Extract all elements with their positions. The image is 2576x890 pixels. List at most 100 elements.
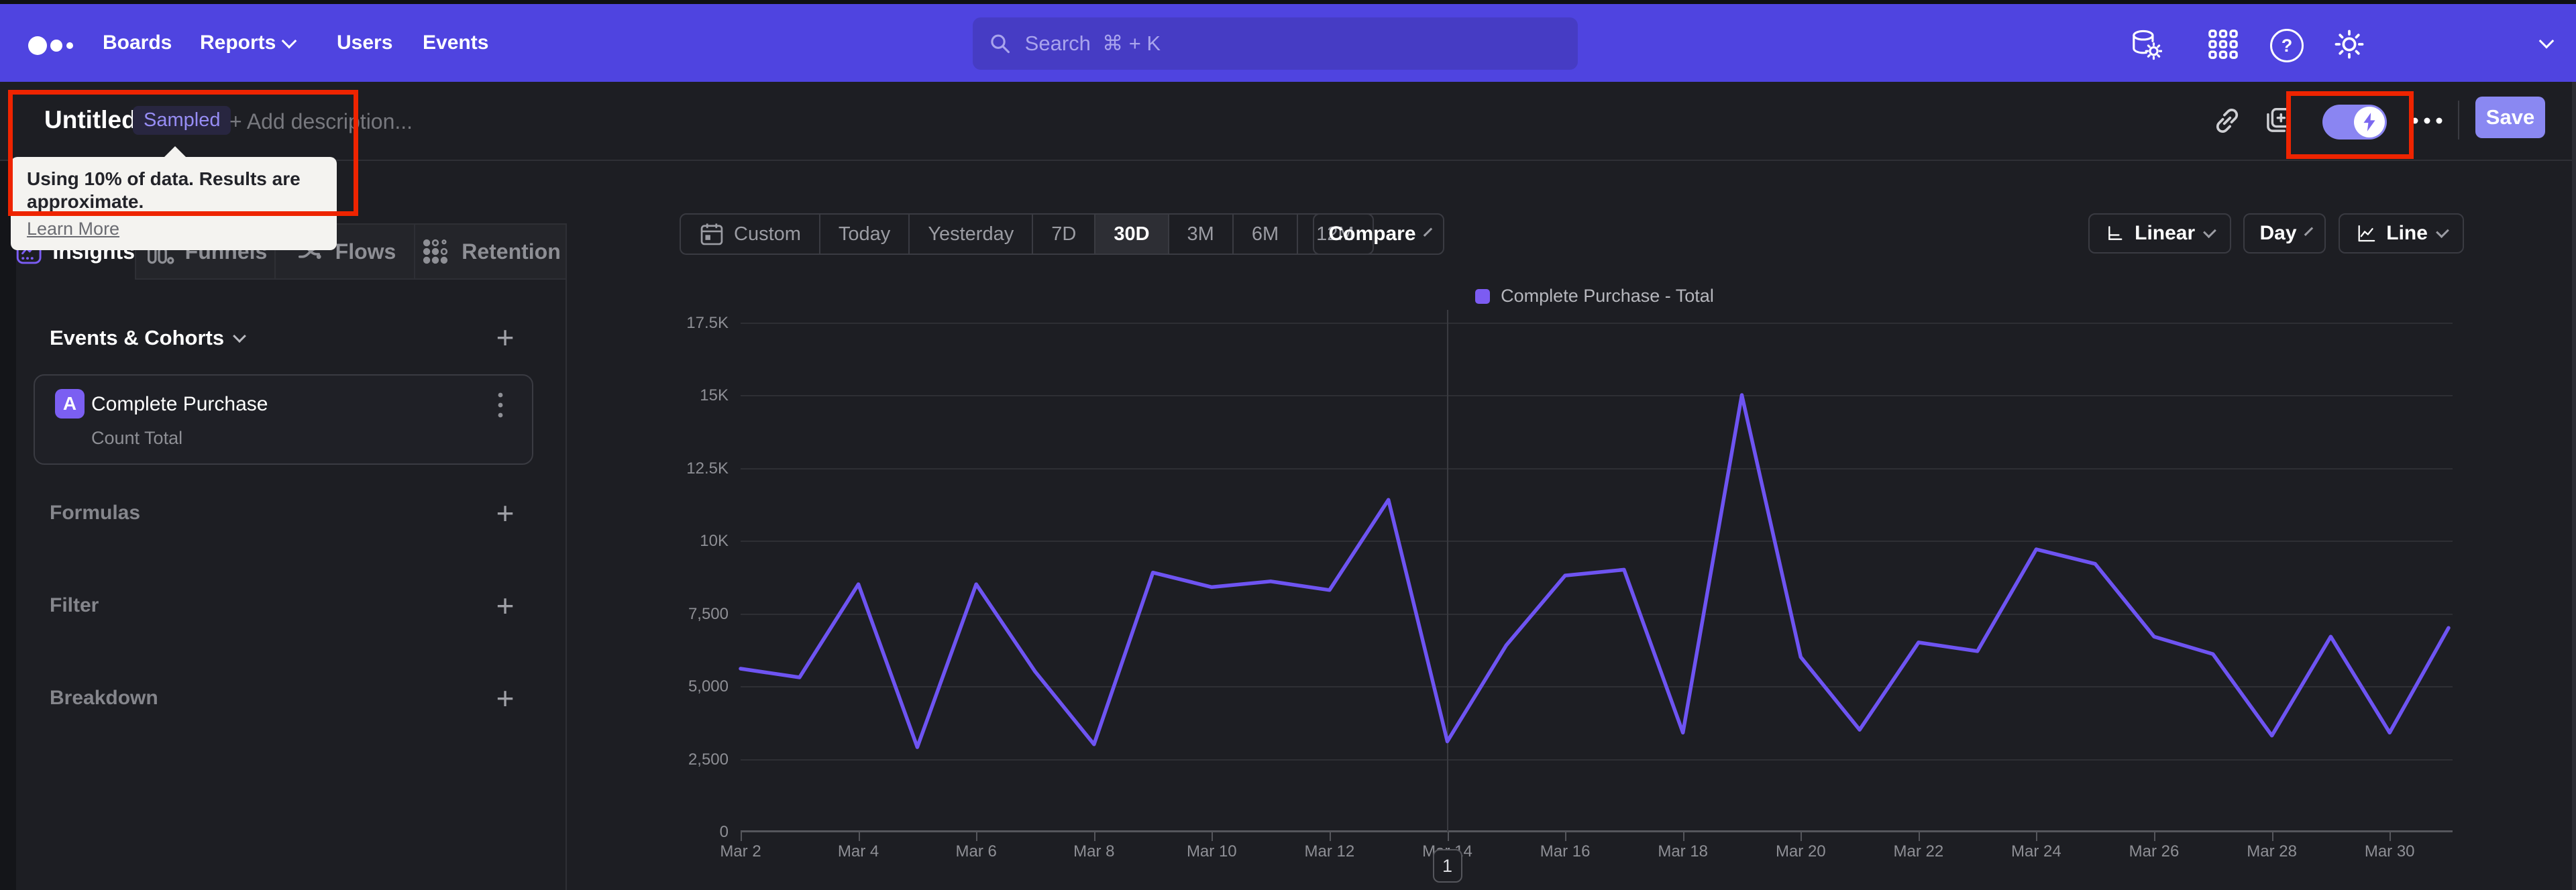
range-6m[interactable]: 6M [1232,215,1297,254]
search-icon [991,34,1010,54]
scrollbar[interactable] [2572,82,2576,890]
range-today[interactable]: Today [818,215,908,254]
report-title[interactable]: Untitled [44,106,137,134]
nav-label-boards: Boards [103,32,172,54]
y-axis-label: 5,000 [688,677,729,696]
x-axis-label: Mar 10 [1186,842,1237,860]
calendar-icon [700,223,723,245]
nav-item-reports[interactable]: Reports [200,4,297,82]
events-cohorts-header[interactable]: Events & Cohorts [50,326,247,350]
chart-type-label: Line [2386,222,2428,244]
x-axis-label: Mar 4 [837,842,879,860]
date-range-control: Custom Today Yesterday 7D 30D 3M 6M 12M [680,213,1374,255]
project-switcher[interactable]: E-Commerce All Project Data [2388,4,2563,82]
x-axis-tick [2036,832,2038,841]
add-to-board-button[interactable] [2262,105,2294,137]
global-search[interactable] [973,17,1578,70]
panel-divider [566,223,567,890]
event-series-badge: A [55,389,85,419]
x-axis-tick [976,832,978,841]
mixpanel-logo[interactable] [27,30,85,62]
learn-more-link[interactable]: Learn More [27,219,119,239]
x-axis-tick [1212,832,1214,841]
range-30d[interactable]: 30D [1094,215,1168,254]
nav-item-boards[interactable]: Boards [103,4,172,82]
gridline [741,395,2453,396]
event-metric[interactable]: Count Total [91,428,182,449]
sampled-badge[interactable]: Sampled [133,106,231,135]
filter-label: Filter [50,594,99,616]
gridline [741,759,2453,761]
line-chart-icon [2358,225,2375,242]
sampling-toggle[interactable] [2322,105,2387,140]
section-filter: Filter [0,590,566,624]
apps-grid-button[interactable] [2207,28,2239,60]
chart-type-dropdown[interactable]: Line [2339,213,2464,254]
range-label-30d: 30D [1114,223,1150,245]
range-custom[interactable]: Custom [681,215,819,254]
copy-link-button[interactable] [2211,105,2243,137]
y-axis-label: 0 [719,823,729,841]
annotation-badge[interactable]: 1 [1432,849,1462,883]
breakdown-label: Breakdown [50,687,158,709]
chevron-down-icon [2436,225,2449,239]
add-filter-button[interactable] [490,590,521,621]
help-button[interactable] [2270,29,2304,62]
sampling-tooltip-text: Using 10% of data. Results are approxima… [27,168,301,212]
section-breakdown: Breakdown [0,683,566,716]
x-axis-label: Mar 2 [720,842,761,860]
gridline [741,686,2453,687]
range-7d[interactable]: 7D [1032,215,1094,254]
add-formula-button[interactable] [490,498,521,529]
add-breakdown-button[interactable] [490,683,521,714]
y-axis-label: 15K [700,386,729,404]
y-axis-label: 17.5K [686,313,729,332]
nav-item-events[interactable]: Events [423,4,488,82]
tab-retention[interactable]: Retention [414,225,566,278]
tab-label-retention: Retention [462,239,561,264]
tabs-bottom-border [135,278,566,280]
toolbar-divider [2458,101,2459,140]
settings-button[interactable] [2332,27,2367,62]
gridline [741,322,2453,324]
y-axis-label: 7,500 [688,604,729,623]
x-axis-line [741,830,2453,832]
chevron-down-icon [2203,225,2216,239]
y-axis-label: 12.5K [686,459,729,478]
granularity-dropdown[interactable]: Day [2243,213,2326,254]
x-axis-label: Mar 26 [2129,842,2180,860]
linear-axis-icon [2108,226,2123,240]
range-label-today: Today [838,223,891,245]
chart-legend[interactable]: Complete Purchase - Total [741,286,2449,307]
event-card[interactable]: A Complete Purchase Count Total [34,374,533,465]
legend-label: Complete Purchase - Total [1501,286,1714,306]
x-axis-tick [1918,832,1920,841]
save-button[interactable]: Save [2475,97,2545,138]
top-nav: Boards Reports Users Events Search ⌘ + K… [0,4,2576,82]
add-to-board-icon [2267,108,2291,132]
x-axis-tick [2271,832,2273,841]
event-menu-button[interactable] [497,390,513,420]
range-3m[interactable]: 3M [1167,215,1232,254]
range-label-yesterday: Yesterday [928,223,1014,245]
scale-dropdown[interactable]: Linear [2088,213,2231,254]
search-input[interactable] [1023,31,1562,56]
x-axis-tick [2154,832,2155,841]
add-event-button[interactable] [490,322,521,353]
legend-swatch [1475,288,1491,304]
data-management-button[interactable] [2128,27,2163,62]
grid-icon [2208,30,2238,59]
nav-item-users[interactable]: Users [337,4,392,82]
nav-label-users: Users [337,32,393,54]
add-description-field[interactable]: + Add description... [229,109,413,134]
x-axis-tick [858,832,860,841]
kebab-icon [498,392,503,418]
x-axis-tick [2390,832,2392,841]
x-axis-tick [1565,832,1567,841]
range-yesterday[interactable]: Yesterday [908,215,1032,254]
gridline [741,541,2453,542]
database-gear-icon [2133,30,2162,60]
range-label-7d: 7D [1051,223,1077,245]
compare-button[interactable]: Compare [1313,213,1444,255]
more-actions-button[interactable] [2410,113,2445,129]
